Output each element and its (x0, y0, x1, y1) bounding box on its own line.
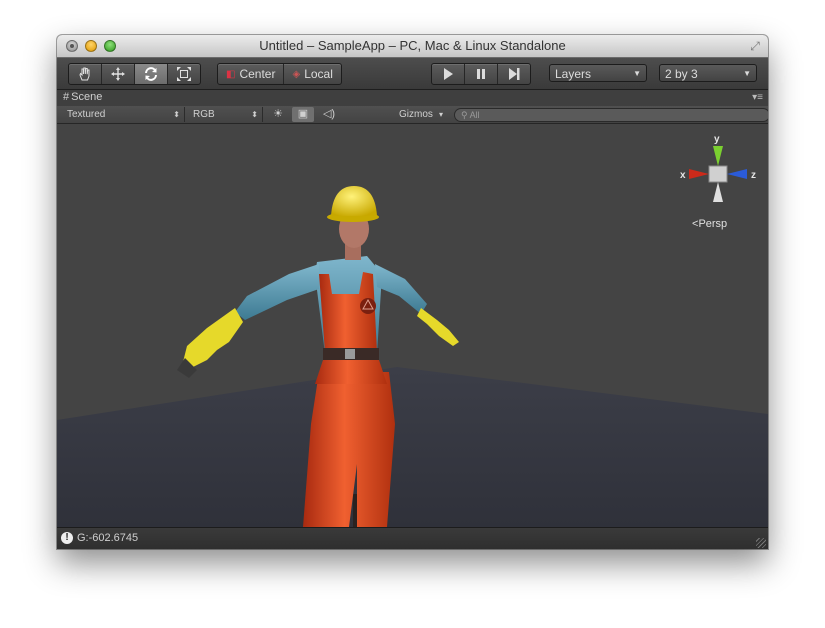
hand-icon[interactable] (69, 64, 102, 84)
pivot-local-button[interactable]: ◈ Local (284, 64, 340, 84)
window-title: Untitled – SampleApp – PC, Mac & Linux S… (259, 38, 566, 53)
projection-toggle[interactable]: <Persp (692, 218, 727, 230)
search-icon: ⚲ (461, 110, 468, 120)
step-icon[interactable] (498, 64, 530, 84)
orientation-gizmo[interactable] (689, 146, 747, 202)
center-icon: ◧ (226, 68, 236, 80)
gizmos-dropdown[interactable]: Gizmos ▾ (395, 107, 447, 122)
play-icon[interactable] (432, 64, 465, 84)
main-toolbar: ◧ Center ◈ Local Layers ▼ 2 by 3 ▼ (57, 58, 768, 90)
pause-icon[interactable] (465, 64, 498, 84)
scene-render: y x z (57, 134, 768, 527)
updown-icon: ⬍ (251, 110, 258, 119)
grid-icon: # (63, 91, 70, 103)
scale-icon[interactable] (168, 64, 200, 84)
scene-tab-bar: # Scene ▾≡ (57, 90, 768, 106)
status-bar: ! G:-602.6745 (57, 527, 768, 549)
chevron-down-icon: ▾ (438, 110, 443, 119)
chevron-down-icon: ▼ (633, 69, 641, 78)
editor-window: Untitled – SampleApp – PC, Mac & Linux S… (57, 35, 768, 549)
chevron-down-icon: ▼ (743, 69, 751, 78)
color-mode-dropdown[interactable]: RGB ⬍ (189, 107, 263, 122)
gizmo-x-label: x (680, 170, 686, 181)
status-message[interactable]: G:-602.6745 (77, 532, 138, 544)
tab-menu-icon[interactable]: ▾≡ (752, 92, 763, 103)
local-icon: ◈ (292, 68, 301, 80)
scene-search-input[interactable]: ⚲ All (454, 108, 768, 122)
gizmo-y-label: y (714, 134, 720, 145)
pivot-center-button[interactable]: ◧ Center (218, 64, 285, 84)
gizmo-z-label: z (751, 170, 756, 181)
transform-tools (68, 63, 201, 85)
fullscreen-icon[interactable]: ⤢ (748, 39, 762, 53)
play-controls (431, 63, 531, 85)
tab-scene[interactable]: # Scene (63, 91, 102, 103)
resize-grip-icon[interactable] (756, 538, 766, 548)
lighting-toggle-icon[interactable]: ☀ (267, 107, 289, 122)
title-bar: Untitled – SampleApp – PC, Mac & Linux S… (57, 35, 768, 58)
layers-dropdown[interactable]: Layers ▼ (549, 64, 647, 82)
updown-icon: ⬍ (173, 110, 180, 119)
rotate-icon[interactable] (135, 64, 168, 84)
scene-viewport[interactable]: y x z <Persp (57, 124, 768, 527)
pivot-toggle: ◧ Center ◈ Local (217, 63, 342, 85)
render-mode-dropdown[interactable]: Textured ⬍ (63, 107, 185, 122)
scene-image-toggle-icon[interactable]: ▣ (292, 107, 314, 122)
scene-control-bar: Textured ⬍ RGB ⬍ ☀ ▣ ◁) Gizmos ▾ ⚲ All (57, 106, 768, 124)
audio-toggle-icon[interactable]: ◁) (318, 107, 340, 122)
layout-dropdown[interactable]: 2 by 3 ▼ (659, 64, 757, 82)
info-icon: ! (61, 532, 73, 544)
move-icon[interactable] (102, 64, 135, 84)
